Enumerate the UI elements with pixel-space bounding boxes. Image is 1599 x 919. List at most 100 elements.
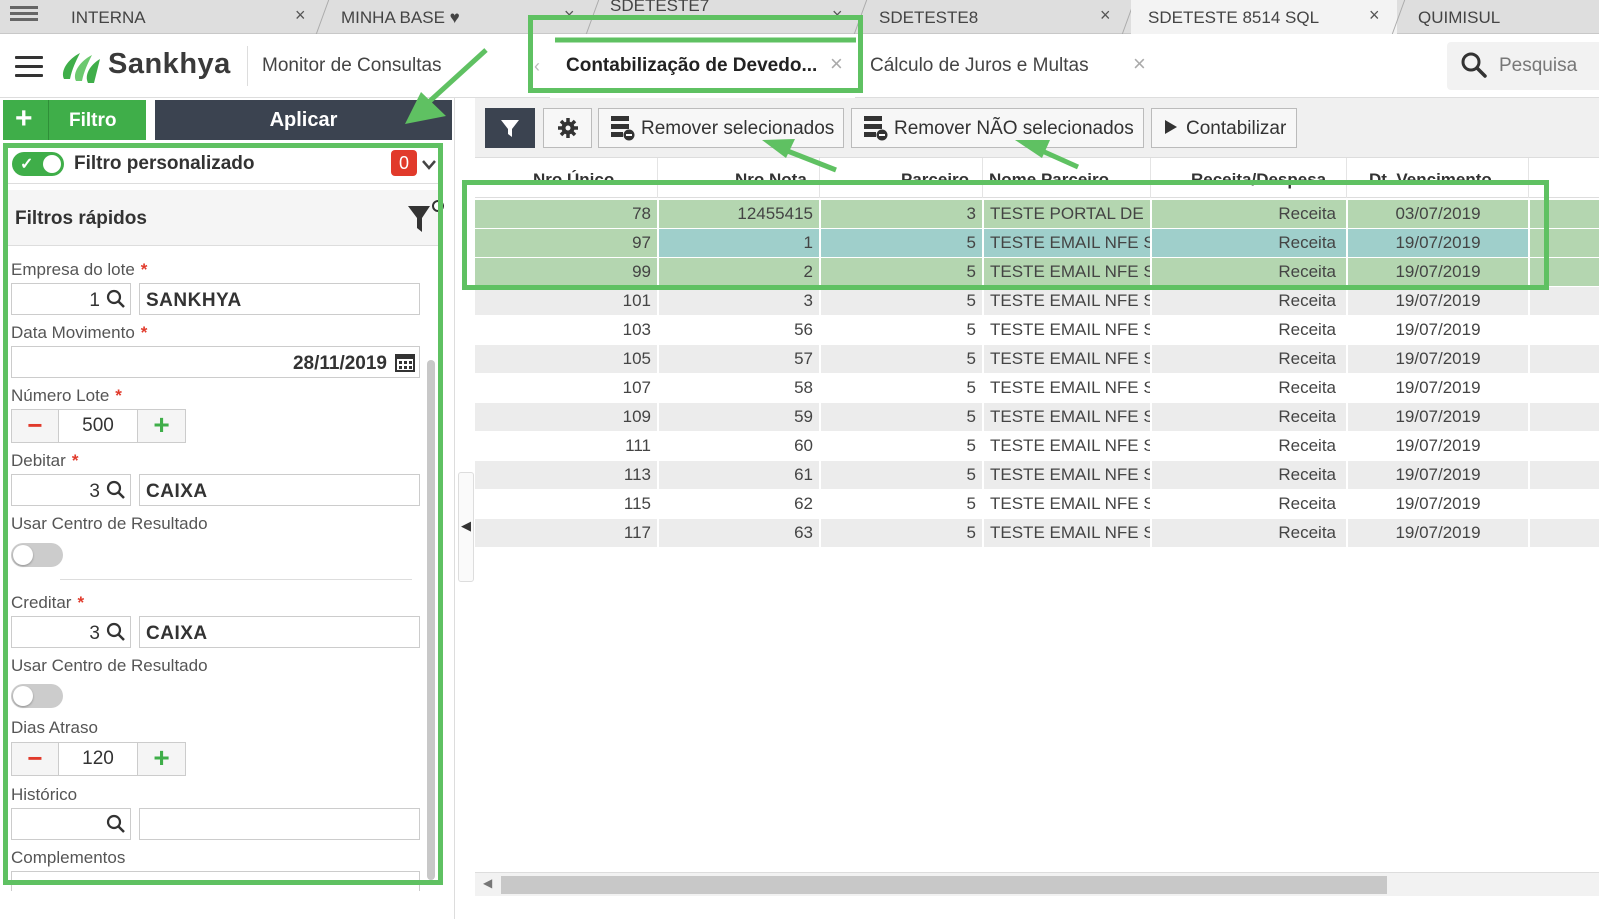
cell-nome-parceiro: TESTE EMAIL NFE S [990, 465, 1150, 484]
cell-nro-unico: 101 [622, 291, 651, 310]
table-row[interactable]: 101 3 5 TESTE EMAIL NFE S Receita 19/07/2019 [475, 287, 1599, 316]
remove-selected-button[interactable]: Remover selecionados [598, 108, 844, 148]
gear-icon [558, 118, 578, 138]
grid-settings-button[interactable] [543, 108, 592, 148]
caret-left-icon: ◀ [461, 518, 471, 533]
cell-receita-despesa: Receita [1278, 523, 1336, 542]
apply-button[interactable]: Aplicar [155, 100, 452, 140]
cell-parceiro: 5 [966, 523, 976, 542]
close-icon[interactable]: × [295, 5, 306, 26]
annotation-box-filters [3, 143, 443, 885]
cell-nro-unico: 109 [622, 407, 651, 426]
browser-tab-label: SDETESTE 8514 SQL [1148, 8, 1320, 27]
global-search[interactable]: Pesquisa [1447, 42, 1599, 90]
remove-list-icon [611, 116, 635, 141]
table-row[interactable]: 111 60 5 TESTE EMAIL NFE S Receita 19/07/2019 [475, 432, 1599, 461]
table-row[interactable]: 117 63 5 TESTE EMAIL NFE S Receita 19/07/2019 [475, 519, 1599, 548]
cell-parceiro: 5 [966, 291, 976, 310]
scroll-left-icon[interactable]: ◀ [483, 876, 492, 890]
remove-not-selected-label: Remover NÃO selecionados [894, 118, 1134, 139]
cell-nome-parceiro: TESTE EMAIL NFE S [990, 494, 1150, 513]
browser-tab-sdeteste-8514[interactable]: SDETESTE 8514 SQL × [1131, 0, 1397, 34]
cell-parceiro: 5 [966, 378, 976, 397]
add-filter-button[interactable]: + Filtro [3, 100, 146, 140]
cell-nome-parceiro: TESTE EMAIL NFE S [990, 523, 1150, 542]
cell-nro-nota: 3 [803, 291, 813, 310]
cell-nro-nota: 58 [794, 378, 813, 397]
browser-tab-label: MINHA BASE ♥ [341, 8, 460, 27]
table-row[interactable]: 103 56 5 TESTE EMAIL NFE S Receita 19/07/2019 [475, 316, 1599, 345]
cell-nome-parceiro: TESTE EMAIL NFE S [990, 291, 1150, 310]
collapse-panel-handle[interactable]: ◀ [458, 472, 474, 582]
filter-button-label: Filtro [69, 110, 117, 131]
cell-receita-despesa: Receita [1278, 320, 1336, 339]
remove-selected-label: Remover selecionados [641, 118, 835, 139]
funnel-icon [501, 120, 519, 137]
close-icon[interactable]: × [1369, 5, 1380, 26]
cell-parceiro: 5 [966, 320, 976, 339]
cell-nro-nota: 59 [794, 407, 813, 426]
cell-parceiro: 5 [966, 407, 976, 426]
cell-nome-parceiro: TESTE EMAIL NFE S [990, 349, 1150, 368]
browser-tab-label: SDETESTE8 [879, 8, 979, 27]
browser-tab-label: INTERNA [71, 8, 146, 27]
search-placeholder: Pesquisa [1499, 55, 1578, 76]
cell-dt-vencimento: 19/07/2019 [1395, 407, 1481, 426]
play-icon [1165, 120, 1177, 134]
hamburger-menu-icon[interactable] [15, 56, 43, 83]
table-row[interactable]: 109 59 5 TESTE EMAIL NFE S Receita 19/07/2019 [475, 403, 1599, 432]
cell-nro-nota: 63 [794, 523, 813, 542]
annotation-box-tab [528, 15, 863, 93]
cell-receita-despesa: Receita [1278, 291, 1336, 310]
scrollbar-thumb[interactable] [501, 876, 1387, 894]
close-icon[interactable]: × [1100, 5, 1111, 26]
tab-label: Cálculo de Juros e Multas [870, 55, 1089, 76]
cell-nome-parceiro: TESTE EMAIL NFE S [990, 407, 1150, 426]
browser-menu-icon[interactable] [10, 3, 38, 27]
cell-dt-vencimento: 19/07/2019 [1395, 320, 1481, 339]
tab-calculo-juros[interactable]: Cálculo de Juros e Multas × [855, 34, 1160, 98]
cell-nro-unico: 117 [623, 523, 651, 542]
cell-nro-nota: 57 [794, 349, 813, 368]
table-row[interactable]: 113 61 5 TESTE EMAIL NFE S Receita 19/07/2019 [475, 461, 1599, 490]
cell-nro-unico: 111 [625, 436, 651, 455]
grid-horizontal-scrollbar[interactable]: ◀ [475, 872, 1599, 896]
cell-nro-unico: 107 [622, 378, 651, 397]
cell-dt-vencimento: 19/07/2019 [1395, 523, 1481, 542]
contabilizar-button[interactable]: Contabilizar [1151, 108, 1297, 148]
remove-not-selected-button[interactable]: Remover NÃO selecionados [851, 108, 1144, 148]
filter-toggle-button[interactable] [485, 108, 535, 148]
cell-nome-parceiro: TESTE EMAIL NFE S [990, 320, 1150, 339]
browser-tab-label: QUIMISUL [1418, 8, 1501, 27]
grid-toolbar: Remover selecionados Remover NÃO selecio… [475, 98, 1599, 158]
cell-nome-parceiro: TESTE EMAIL NFE S [990, 436, 1150, 455]
browser-tab-sdeteste8[interactable]: SDETESTE8 × [864, 0, 1126, 34]
monitor-consultas-link[interactable]: Monitor de Consultas [262, 55, 442, 77]
logo-text: Sankhya [108, 48, 231, 80]
search-icon [1461, 52, 1487, 78]
table-row[interactable]: 115 62 5 TESTE EMAIL NFE S Receita 19/07/2019 [475, 490, 1599, 519]
close-icon[interactable]: × [1133, 51, 1146, 77]
cell-dt-vencimento: 19/07/2019 [1395, 291, 1481, 310]
cell-receita-despesa: Receita [1278, 407, 1336, 426]
cell-parceiro: 5 [966, 494, 976, 513]
browser-tab-quimisul[interactable]: QUIMISUL [1402, 0, 1599, 34]
annotation-box-selected-rows [462, 180, 1549, 290]
cell-dt-vencimento: 19/07/2019 [1395, 494, 1481, 513]
browser-tab-interna[interactable]: INTERNA × [55, 0, 320, 34]
cell-receita-despesa: Receita [1278, 436, 1336, 455]
cell-nro-unico: 103 [622, 320, 651, 339]
cell-dt-vencimento: 19/07/2019 [1395, 378, 1481, 397]
cell-receita-despesa: Receita [1278, 349, 1336, 368]
table-row[interactable]: 107 58 5 TESTE EMAIL NFE S Receita 19/07/2019 [475, 374, 1599, 403]
cell-nro-unico: 105 [622, 349, 651, 368]
cell-nro-nota: 60 [794, 436, 813, 455]
sankhya-logo-icon [62, 53, 100, 83]
cell-nro-nota: 61 [794, 465, 813, 484]
table-row[interactable]: 105 57 5 TESTE EMAIL NFE S Receita 19/07/2019 [475, 345, 1599, 374]
cell-dt-vencimento: 19/07/2019 [1395, 349, 1481, 368]
cell-parceiro: 5 [966, 465, 976, 484]
cell-nro-unico: 113 [623, 465, 651, 484]
cell-receita-despesa: Receita [1278, 378, 1336, 397]
cell-nro-nota: 56 [794, 320, 813, 339]
